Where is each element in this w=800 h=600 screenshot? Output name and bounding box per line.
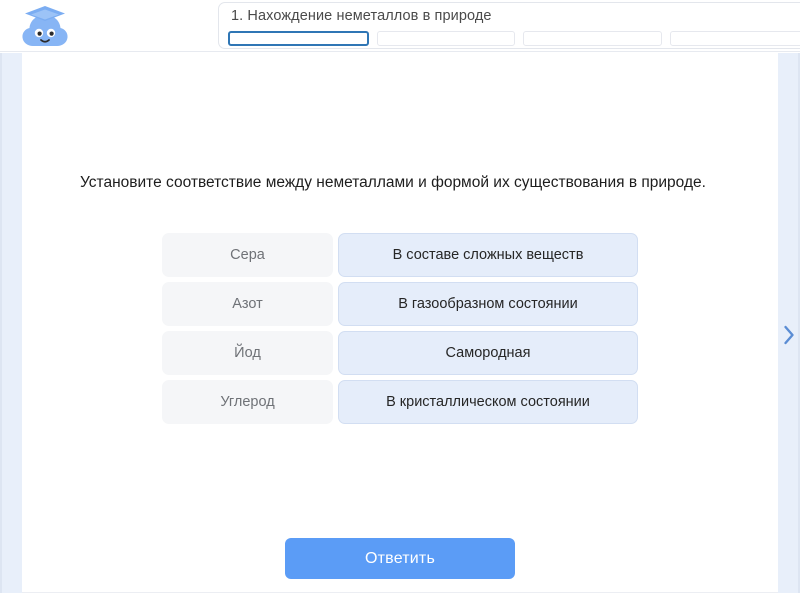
pair-row: Азот В газообразном состоянии — [162, 282, 638, 326]
app-header: 1. Нахождение неметаллов в природе — [0, 0, 800, 52]
question-content: Установите соответствие между неметаллам… — [22, 53, 778, 593]
progress-segment-4[interactable] — [669, 31, 800, 46]
progress-card: 1. Нахождение неметаллов в природе — [218, 2, 800, 49]
question-text: Установите соответствие между неметаллам… — [80, 174, 706, 191]
question-title: 1. Нахождение неметаллов в природе — [231, 8, 492, 24]
pair-right-item[interactable]: В газообразном состоянии — [338, 282, 638, 326]
right-rail[interactable] — [778, 53, 800, 593]
next-question-button[interactable] — [778, 323, 800, 347]
progress-segment-1[interactable] — [228, 31, 369, 46]
progress-segments — [228, 31, 800, 46]
pair-right-item[interactable]: В составе сложных веществ — [338, 233, 638, 277]
cloud-graduate-mascot-icon — [22, 6, 68, 46]
pair-right-item[interactable]: Самородная — [338, 331, 638, 375]
pair-left-item[interactable]: Азот — [162, 282, 333, 326]
chevron-right-icon — [784, 325, 794, 345]
left-rail — [0, 53, 22, 593]
quiz-page: 1. Нахождение неметаллов в природе Устан… — [0, 0, 800, 600]
progress-segment-2[interactable] — [376, 31, 515, 46]
pair-right-item[interactable]: В кристаллическом состоянии — [338, 380, 638, 424]
matching-pairs-list: Сера В составе сложных веществ Азот В га… — [162, 233, 638, 429]
pair-left-item[interactable]: Сера — [162, 233, 333, 277]
submit-row: Ответить — [22, 538, 778, 579]
progress-segment-3[interactable] — [523, 31, 662, 46]
pair-left-item[interactable]: Углерод — [162, 380, 333, 424]
pair-left-item[interactable]: Йод — [162, 331, 333, 375]
pair-row: Сера В составе сложных веществ — [162, 233, 638, 277]
submit-answer-button[interactable]: Ответить — [285, 538, 515, 579]
app-logo[interactable] — [12, 2, 78, 50]
pair-row: Углерод В кристаллическом состоянии — [162, 380, 638, 424]
pair-row: Йод Самородная — [162, 331, 638, 375]
